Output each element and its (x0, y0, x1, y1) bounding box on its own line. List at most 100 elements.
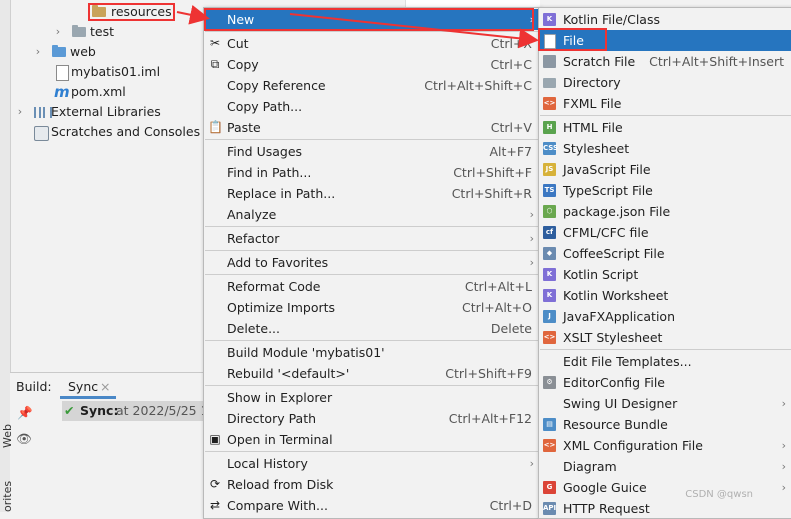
library-icon (34, 102, 52, 122)
tab-sync[interactable]: Sync × (60, 373, 120, 399)
chevron-right-icon[interactable]: › (52, 22, 64, 42)
menu-separator (205, 451, 539, 452)
menu-item-copy-path[interactable]: Copy Path... (204, 96, 540, 117)
chevron-right-icon[interactable]: › (32, 42, 44, 62)
build-label: Build: (16, 379, 52, 394)
menu-item-open-in-terminal[interactable]: ▣ Open in Terminal (204, 429, 540, 450)
submenu-item-directory[interactable]: Directory (539, 72, 791, 93)
menu-item-analyze[interactable]: Analyze › (204, 204, 540, 225)
menu-item-label: Add to Favorites (227, 255, 329, 270)
submenu-item-fxml-file[interactable]: <> FXML File (539, 93, 791, 114)
menu-item-find-in-path[interactable]: Find in Path... Ctrl+Shift+F (204, 162, 540, 183)
menu-item-delete[interactable]: Delete... Delete (204, 318, 540, 339)
submenu-item-kotlin-file-class[interactable]: K Kotlin File/Class (539, 9, 791, 30)
menu-item-copy[interactable]: ⧉ Copy Ctrl+C (204, 54, 540, 75)
menu-item-add-to-favorites[interactable]: Add to Favorites › (204, 252, 540, 273)
menu-item-rebuild-default[interactable]: Rebuild '<default>' Ctrl+Shift+F9 (204, 363, 540, 384)
submenu-arrow-icon: › (529, 208, 534, 221)
menu-separator (205, 250, 539, 251)
menu-item-replace-in-path[interactable]: Replace in Path... Ctrl+Shift+R (204, 183, 540, 204)
submenu-item-javascript-file[interactable]: JS JavaScript File (539, 159, 791, 180)
menu-shortcut: Ctrl+D (489, 498, 532, 513)
submenu-item-typescript-file[interactable]: TS TypeScript File (539, 180, 791, 201)
menu-item-show-in-explorer[interactable]: Show in Explorer (204, 387, 540, 408)
close-icon[interactable]: × (100, 379, 110, 394)
submenu-item-coffeescript-file[interactable]: ◆ CoffeeScript File (539, 243, 791, 264)
menu-item-reformat-code[interactable]: Reformat Code Ctrl+Alt+L (204, 276, 540, 297)
watermark: CSDN @qwsn (685, 489, 753, 500)
menu-shortcut: Alt+F7 (489, 144, 532, 159)
menu-separator (205, 139, 539, 140)
submenu-item-edit-file-templates[interactable]: Edit File Templates... (539, 351, 791, 372)
folder-icon (72, 22, 88, 42)
menu-item-reload-from-disk[interactable]: ⟳ Reload from Disk (204, 474, 540, 495)
menu-item-cut[interactable]: ✂ Cut Ctrl+X (204, 33, 540, 54)
chevron-right-icon[interactable]: › (14, 102, 26, 122)
submenu-item-swing-ui-designer[interactable]: Swing UI Designer › (539, 393, 791, 414)
gear-icon: ⚙ (543, 376, 556, 389)
menu-item-paste[interactable]: 📋 Paste Ctrl+V (204, 117, 540, 138)
submenu-item-cfml-cfc-file[interactable]: cf CFML/CFC file (539, 222, 791, 243)
menu-item-copy-reference[interactable]: Copy Reference Ctrl+Alt+Shift+C (204, 75, 540, 96)
menu-item-directory-path[interactable]: Directory Path Ctrl+Alt+F12 (204, 408, 540, 429)
build-tabs: Build: Sync × (10, 373, 204, 399)
submenu-arrow-icon: › (529, 256, 534, 269)
submenu-item-label: Edit File Templates... (563, 354, 692, 369)
success-check-icon: ✔ (64, 403, 75, 418)
submenu-item-label: Kotlin Worksheet (563, 288, 669, 303)
menu-item-build-module-mybatis01[interactable]: Build Module 'mybatis01' (204, 342, 540, 363)
file-highlight-box (538, 28, 607, 51)
new-submenu: K Kotlin File/Class File Scratch File Ctrl+A… (538, 7, 791, 519)
menu-separator (205, 274, 539, 275)
maven-icon: m (54, 83, 70, 101)
favorites-side-tab[interactable]: orites (1, 481, 14, 512)
submenu-item-label: XSLT Stylesheet (563, 330, 663, 345)
menu-item-compare-with[interactable]: ⇄ Compare With... Ctrl+D (204, 495, 540, 516)
html-icon: H (543, 121, 556, 134)
menu-item-label: Copy (227, 57, 259, 72)
menu-item-find-usages[interactable]: Find Usages Alt+F7 (204, 141, 540, 162)
submenu-arrow-icon: › (781, 460, 786, 473)
active-tab-indicator (60, 396, 116, 399)
menu-item-optimize-imports[interactable]: Optimize Imports Ctrl+Alt+O (204, 297, 540, 318)
menu-shortcut: Ctrl+Alt+Shift+C (424, 78, 532, 93)
submenu-item-resource-bundle[interactable]: ▤ Resource Bundle (539, 414, 791, 435)
submenu-item-label: package.json File (563, 204, 671, 219)
menu-shortcut: Ctrl+X (490, 36, 532, 51)
js-icon: JS (543, 163, 556, 176)
bundle-icon: ▤ (543, 418, 556, 431)
menu-item-label: Delete... (227, 321, 280, 336)
menu-separator (205, 385, 539, 386)
submenu-item-kotlin-script[interactable]: K Kotlin Script (539, 264, 791, 285)
menu-icon: ✂ (209, 36, 221, 50)
submenu-item-http-request[interactable]: API HTTP Request (539, 498, 791, 519)
submenu-item-label: Kotlin File/Class (563, 12, 660, 27)
submenu-item-xml-configuration-file[interactable]: <> XML Configuration File › (539, 435, 791, 456)
submenu-item-label: Resource Bundle (563, 417, 668, 432)
submenu-item-diagram[interactable]: Diagram › (539, 456, 791, 477)
menu-item-refactor[interactable]: Refactor › (204, 228, 540, 249)
xml-icon: <> (543, 439, 556, 452)
menu-icon: 📋 (208, 120, 223, 134)
submenu-item-label: JavaScript File (563, 162, 651, 177)
submenu-item-scratch-file[interactable]: Scratch File Ctrl+Alt+Shift+Insert (539, 51, 791, 72)
submenu-item-javafxapplication[interactable]: J JavaFXApplication (539, 306, 791, 327)
resources-highlight-box (88, 3, 175, 21)
menu-item-label: Build Module 'mybatis01' (227, 345, 385, 360)
submenu-item-xslt-stylesheet[interactable]: <> XSLT Stylesheet (539, 327, 791, 348)
submenu-item-package-json-file[interactable]: ⬡ package.json File (539, 201, 791, 222)
submenu-item-label: Directory (563, 75, 621, 90)
submenu-item-google-guice[interactable]: G Google Guice › (539, 477, 791, 498)
menu-separator (540, 115, 791, 116)
submenu-item-stylesheet[interactable]: CSS Stylesheet (539, 138, 791, 159)
submenu-item-kotlin-worksheet[interactable]: K Kotlin Worksheet (539, 285, 791, 306)
submenu-item-label: Diagram (563, 459, 617, 474)
submenu-item-html-file[interactable]: H HTML File (539, 117, 791, 138)
sync-status-label: Sync: (80, 403, 119, 418)
sync-status-row[interactable]: ✔ Sync: at 2022/5/25 1 (62, 401, 204, 421)
folder-icon (543, 78, 556, 88)
menu-item-label: Rebuild '<default>' (227, 366, 350, 381)
web-side-tab[interactable]: Web (1, 424, 14, 448)
menu-item-local-history[interactable]: Local History › (204, 453, 540, 474)
submenu-item-editorconfig-file[interactable]: ⚙ EditorConfig File (539, 372, 791, 393)
